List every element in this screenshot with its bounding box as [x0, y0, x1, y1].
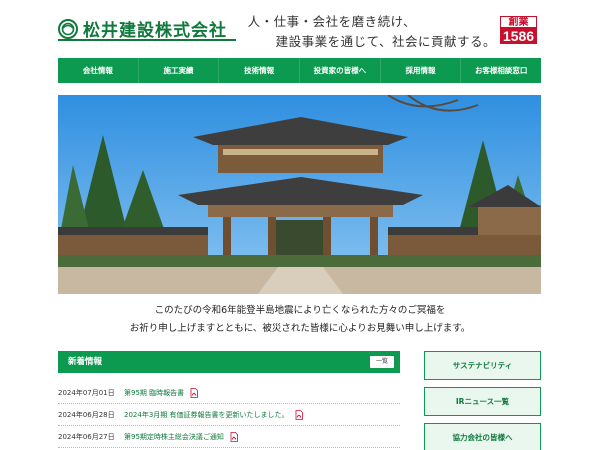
- news-link[interactable]: 2024年3月期 有価証券報告書を更新いたしました。: [124, 410, 289, 420]
- slogan-line-1: 人・仕事・会社を磨き続け、: [247, 14, 416, 29]
- news-list: 2024年07月01日 第95期 臨時報告書 2024年06月28日 2024年…: [58, 382, 400, 448]
- condolence-message: このたびの令和6年能登半島地震により亡くなられた方々のご冥福を お祈り申し上げま…: [0, 302, 600, 338]
- list-item: 2024年06月27日 第95期定時株主総会決議ご通知: [58, 426, 400, 448]
- logo-mark-icon: [58, 18, 78, 39]
- hero-image: [58, 95, 541, 294]
- news-date: 2024年07月01日: [58, 388, 115, 397]
- news-title: 新着情報: [68, 357, 103, 367]
- news-date: 2024年06月28日: [58, 410, 115, 419]
- pdf-icon[interactable]: [229, 431, 239, 442]
- company-logo[interactable]: 松井建設株式会社: [58, 16, 227, 41]
- nav-item-recruit[interactable]: 採用情報: [381, 58, 462, 83]
- partners-button[interactable]: 協力会社の皆様へ: [424, 423, 541, 450]
- news-more-button[interactable]: 一覧: [370, 356, 394, 368]
- pdf-icon[interactable]: [189, 387, 199, 398]
- company-name: 松井建設株式会社: [83, 21, 227, 41]
- news-link[interactable]: 第95期 臨時報告書: [124, 388, 184, 398]
- nav-item-technology[interactable]: 技術情報: [219, 58, 301, 83]
- side-links: サステナビリティ IRニュース一覧 協力会社の皆様へ: [424, 351, 541, 450]
- nav-item-works[interactable]: 施工実績: [139, 58, 220, 83]
- news-header: 新着情報 一覧: [58, 351, 400, 373]
- company-slogan: 人・仕事・会社を磨き続け、 建設事業を通じて、社会に貢献する。: [248, 12, 496, 52]
- condolence-line-2: お祈り申し上げますとともに、被災された皆様に心よりお見舞い申し上げます。: [129, 323, 471, 334]
- news-link[interactable]: 第95期定時株主総会決議ご通知: [124, 432, 224, 442]
- nav-item-investors[interactable]: 投資家の皆様へ: [300, 58, 381, 83]
- nav-item-company[interactable]: 会社情報: [58, 58, 139, 83]
- temple-gate-photo: [58, 95, 541, 294]
- site-header: 松井建設株式会社 人・仕事・会社を磨き続け、 建設事業を通じて、社会に貢献する。…: [0, 0, 600, 56]
- list-item: 2024年07月01日 第95期 臨時報告書: [58, 382, 400, 404]
- main-nav: 会社情報 施工実績 技術情報 投資家の皆様へ 採用情報 お客様相談窓口: [58, 58, 541, 83]
- pdf-icon[interactable]: [294, 409, 304, 420]
- slogan-line-2: 建設事業を通じて、社会に貢献する。: [275, 34, 496, 49]
- list-item: 2024年06月28日 2024年3月期 有価証券報告書を更新いたしました。: [58, 404, 400, 426]
- nav-item-contact[interactable]: お客様相談窓口: [461, 58, 541, 83]
- condolence-line-1: このたびの令和6年能登半島地震により亡くなられた方々のご冥福を: [154, 305, 446, 316]
- news-date: 2024年06月27日: [58, 432, 115, 441]
- founded-badge: 創業 1586: [500, 16, 537, 44]
- logo-underline: [58, 39, 236, 41]
- founded-badge-label: 創業: [500, 16, 537, 28]
- sustainability-button[interactable]: サステナビリティ: [424, 351, 541, 380]
- founded-badge-year: 1586: [500, 28, 537, 44]
- ir-news-button[interactable]: IRニュース一覧: [424, 387, 541, 416]
